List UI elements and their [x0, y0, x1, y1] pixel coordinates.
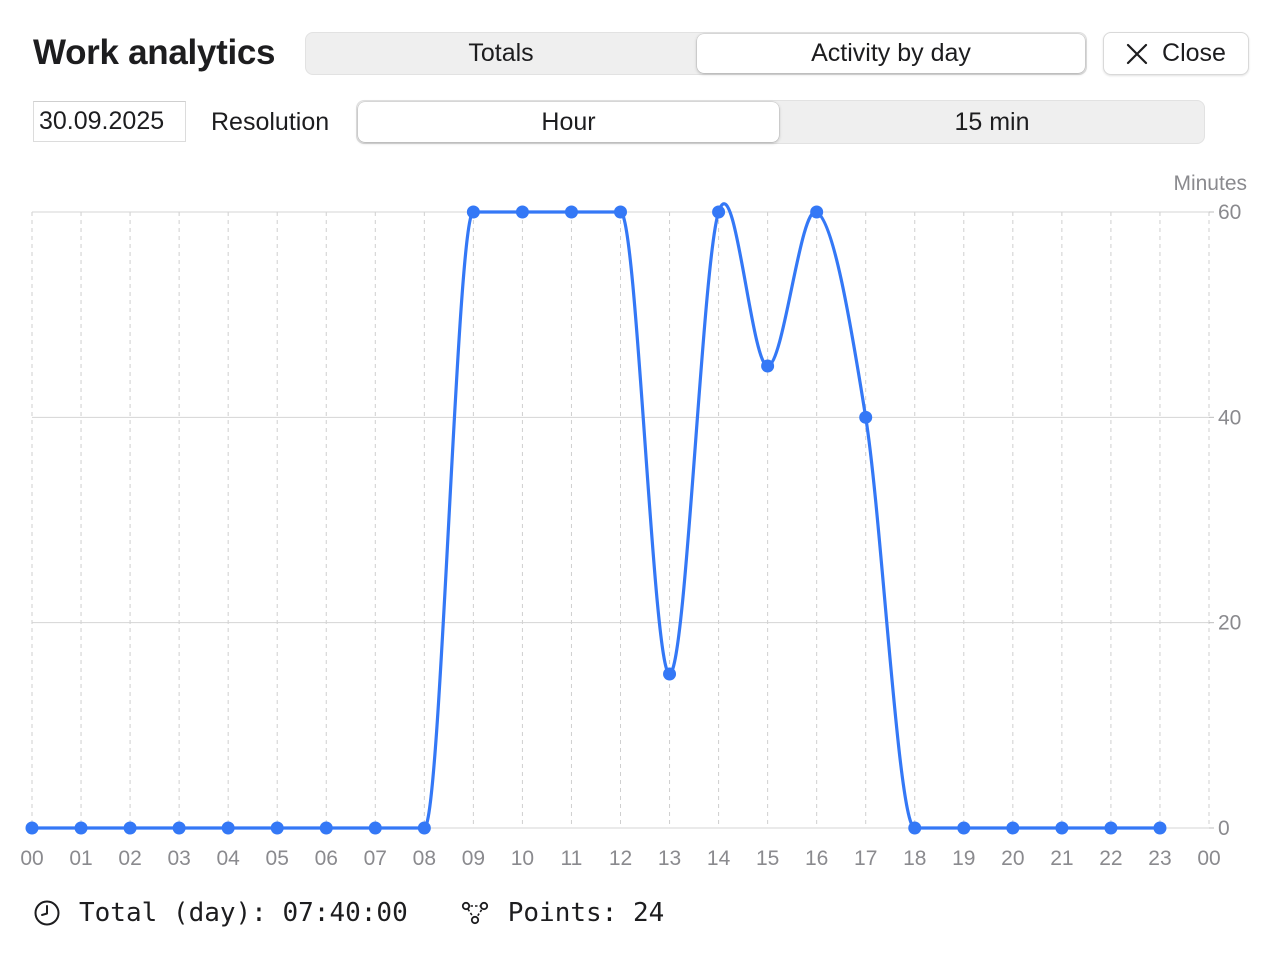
data-point [614, 205, 627, 219]
data-point [1055, 821, 1069, 835]
y-tick-label: 20 [1218, 612, 1241, 635]
x-tick-label: 18 [903, 847, 926, 870]
date-field[interactable]: 30.09.2025 [33, 101, 186, 142]
data-point [417, 821, 431, 835]
data-point [368, 821, 382, 835]
data-point [1104, 821, 1118, 835]
x-tick-label: 07 [364, 847, 387, 870]
data-point [319, 821, 333, 835]
points-text: Points: 24 [507, 898, 665, 928]
activity-line-chart: 0 20 40 60 00 01 02 03 04 05 06 07 08 09 10 11 12 13 14 15 1… [20, 172, 1247, 870]
tab-activity-by-day[interactable]: Activity by day [697, 34, 1085, 73]
x-tick-label: 17 [854, 847, 877, 870]
close-label: Close [1162, 39, 1226, 67]
view-segmented-control: Totals Activity by day [305, 32, 1087, 75]
y-tick-label: 0 [1218, 817, 1230, 840]
x-tick-label: 13 [658, 847, 681, 870]
resolution-option-hour[interactable]: Hour [358, 102, 779, 142]
data-point [221, 821, 235, 835]
data-point [515, 205, 529, 219]
resolution-segmented-control: Hour 15 min [356, 100, 1205, 144]
nodes-icon [460, 899, 508, 927]
total-summary: Total (day): 07:40:00 [33, 898, 408, 928]
data-point [663, 667, 677, 681]
tab-totals[interactable]: Totals [306, 33, 696, 74]
x-tick-label: 21 [1050, 847, 1073, 870]
data-point [466, 205, 480, 219]
x-tick-label: 08 [413, 847, 436, 870]
x-tick-label: 03 [167, 847, 190, 870]
data-point [564, 205, 578, 219]
window-title: Work analytics [33, 33, 276, 72]
data-point [712, 205, 726, 219]
data-point [859, 410, 873, 424]
data-point [1006, 821, 1020, 835]
activity-chart: 0 20 40 60 00 01 02 03 04 05 06 07 08 09 10 11 12 13 14 15 1… [0, 160, 1280, 880]
data-point [123, 821, 137, 835]
x-tick-label: 12 [609, 847, 632, 870]
x-tick-label: 20 [1001, 847, 1024, 870]
x-tick-label: 23 [1148, 847, 1171, 870]
x-tick-label: 10 [511, 847, 534, 870]
x-tick-label: 04 [216, 847, 240, 870]
resolution-option-15-min[interactable]: 15 min [780, 101, 1204, 143]
series-line [30, 202, 1162, 830]
data-point [761, 359, 775, 373]
data-point [172, 821, 186, 835]
resolution-label: Resolution [211, 108, 330, 136]
x-tick-label: 05 [266, 847, 289, 870]
data-point [908, 821, 922, 835]
total-day-text: Total (day): 07:40:00 [79, 898, 408, 928]
data-point [270, 821, 284, 835]
x-tick-label: 09 [462, 847, 485, 870]
close-button[interactable]: Close [1103, 32, 1249, 75]
x-tick-label: 02 [118, 847, 141, 870]
y-tick-label: 60 [1218, 201, 1241, 224]
x-tick-label: 01 [69, 847, 92, 870]
data-point [1153, 821, 1167, 835]
x-tick-label: 15 [756, 847, 779, 870]
x-tick-label: 22 [1099, 847, 1122, 870]
clock-icon [33, 899, 79, 927]
data-point [74, 821, 88, 835]
x-tick-label: 19 [952, 847, 975, 870]
x-tick-label: 00 [20, 847, 43, 870]
x-tick-label: 00 [1197, 847, 1220, 870]
y-tick-label: 40 [1218, 406, 1241, 429]
x-tick-label: 11 [561, 847, 583, 870]
data-point [810, 205, 824, 219]
y-axis-label: Minutes [1173, 172, 1247, 195]
x-icon [1126, 43, 1148, 65]
x-tick-label: 16 [805, 847, 828, 870]
data-point [957, 821, 971, 835]
data-point [25, 821, 39, 835]
footer: Total (day): 07:40:00 Points: 24 [33, 895, 664, 931]
x-tick-label: 14 [707, 847, 731, 870]
x-tick-label: 06 [315, 847, 338, 870]
points-summary: Points: 24 [460, 898, 665, 928]
